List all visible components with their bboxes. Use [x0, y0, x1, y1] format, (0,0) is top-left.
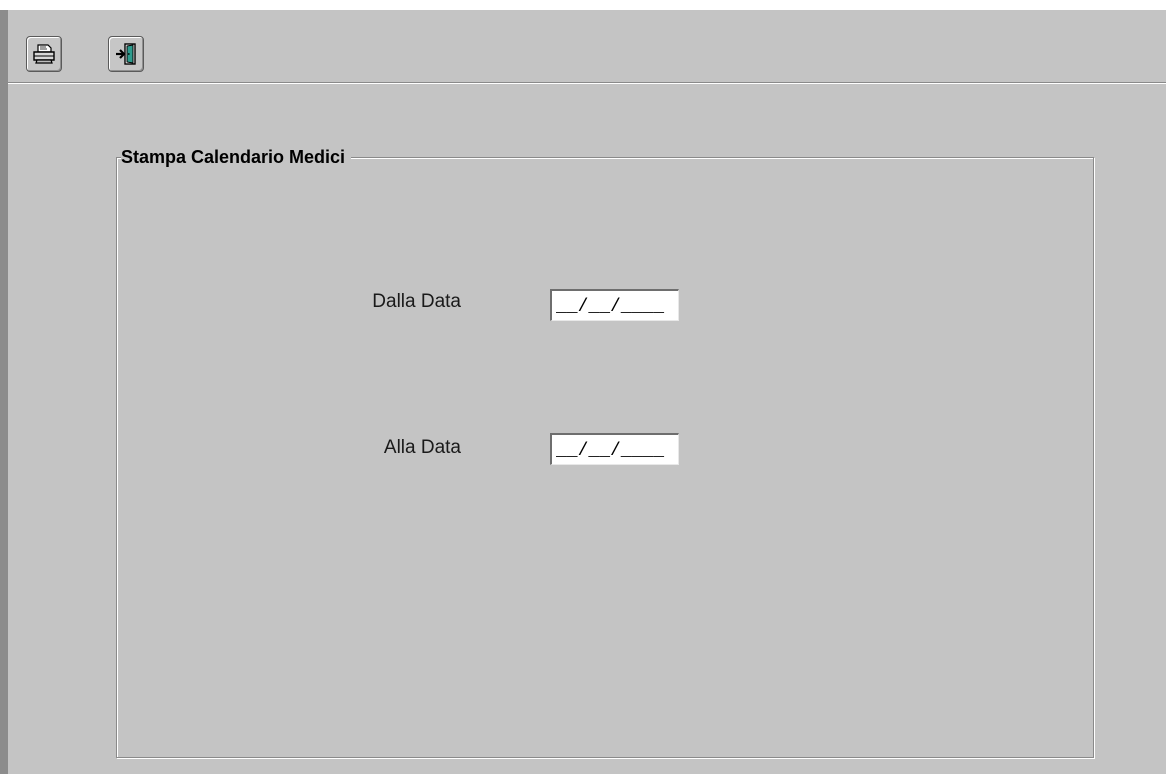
to-date-label: Alla Data: [383, 437, 461, 458]
print-button[interactable]: [26, 36, 62, 72]
from-date-input[interactable]: [550, 289, 679, 321]
from-date-label: Dalla Data: [372, 291, 461, 312]
printer-icon: [32, 43, 56, 65]
exit-button[interactable]: [108, 36, 144, 72]
print-calendar-group: Stampa Calendario Medici Dalla Data Alla…: [116, 146, 1094, 758]
app-window: Stampa Calendario Medici Dalla Data Alla…: [0, 0, 1166, 774]
to-date-input[interactable]: [550, 433, 679, 465]
toolbar: [8, 10, 1166, 83]
group-title: Stampa Calendario Medici: [121, 146, 352, 168]
window-left-edge: [0, 10, 8, 774]
exit-door-icon: [114, 42, 138, 66]
window-top-edge: [0, 0, 1166, 10]
